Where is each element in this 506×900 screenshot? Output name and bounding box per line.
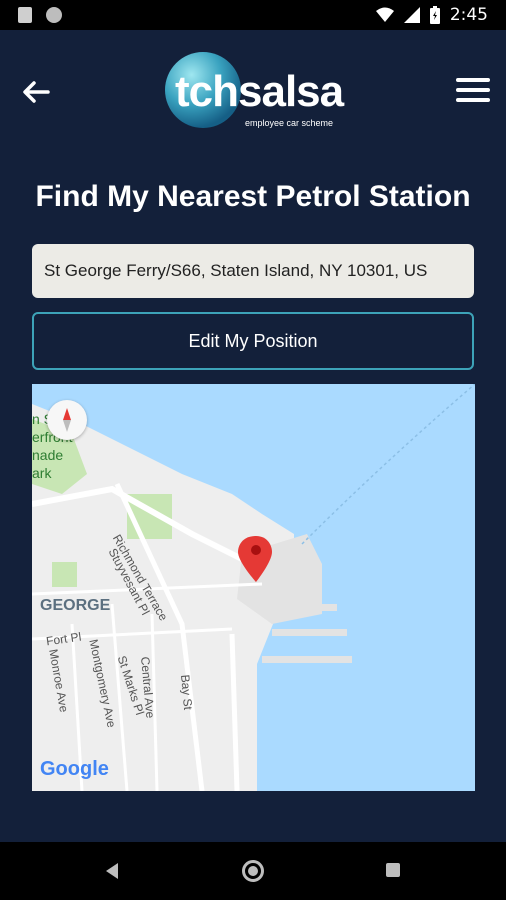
page-title: Find My Nearest Petrol Station (35, 180, 471, 213)
logo-tagline: employee car scheme (245, 118, 334, 128)
map-view[interactable]: n Shore erfront nade ark GEORGE Richmond… (32, 384, 475, 791)
notification-dot-icon (46, 7, 62, 23)
tchsalsa-logo: tchsalsa employee car scheme (163, 52, 363, 132)
status-bar: 2:45 (0, 0, 506, 30)
wifi-icon (375, 7, 394, 22)
hamburger-menu-icon[interactable] (456, 78, 490, 104)
map-label-park: nade (32, 447, 64, 463)
map-label-street: Bay St (178, 674, 196, 711)
compass-button[interactable] (47, 400, 87, 440)
sd-card-icon (18, 7, 32, 23)
map-label-neighborhood: GEORGE (40, 597, 111, 614)
compass-icon (63, 408, 71, 432)
address-field[interactable]: St George Ferry/S66, Staten Island, NY 1… (32, 244, 474, 298)
logo-wordmark: tchsalsa (175, 67, 344, 116)
signal-icon (403, 7, 420, 23)
edit-position-button[interactable]: Edit My Position (32, 312, 474, 370)
google-logo: Google (40, 758, 109, 780)
nav-recent-apps-icon[interactable] (386, 863, 400, 877)
battery-icon (429, 6, 440, 24)
nav-back-icon[interactable] (104, 862, 120, 880)
back-arrow-icon[interactable] (20, 76, 52, 108)
clock: 2:45 (449, 5, 488, 25)
navigation-bar (0, 842, 506, 900)
app-bar: tchsalsa employee car scheme (0, 30, 506, 160)
nav-home-icon[interactable] (242, 860, 264, 882)
map-label-park: ark (32, 465, 52, 481)
